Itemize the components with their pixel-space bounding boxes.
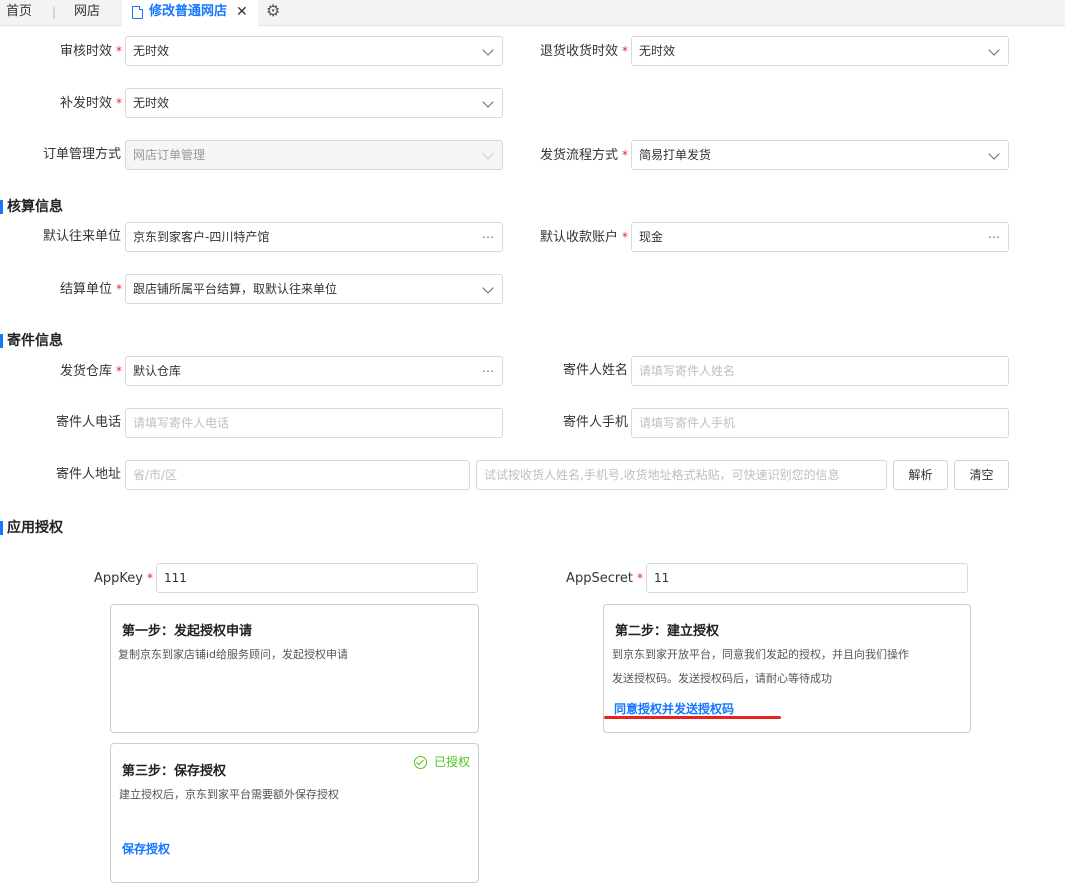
parse-button[interactable]: 解析 <box>893 460 948 490</box>
sender-phone-label: 寄件人电话 <box>55 415 121 430</box>
agree-send-auth-code-link[interactable]: 同意授权并发送授权码 <box>614 700 734 717</box>
save-auth-link[interactable]: 保存授权 <box>122 840 170 857</box>
close-icon[interactable]: ✕ <box>236 0 248 24</box>
document-icon <box>132 6 143 19</box>
gear-icon[interactable]: ⚙ <box>266 1 280 21</box>
step2-desc-line1: 到京东到家开放平台，同意我们发起的授权，并且向我们操作 <box>612 648 909 661</box>
sender-mobile-label: 寄件人手机 <box>562 415 628 430</box>
default-partner-label: 默认往来单位 <box>42 229 121 244</box>
audit-timeliness-label: 审核时效 * <box>59 44 122 59</box>
section-accounting: 核算信息 <box>0 197 63 217</box>
step1-desc: 复制京东到家店铺id给服务顾问，发起授权申请 <box>118 648 349 661</box>
chevron-down-icon <box>988 148 1000 160</box>
more-icon[interactable]: ⋯ <box>988 223 1000 251</box>
warehouse-input[interactable]: 默认仓库 ⋯ <box>125 356 503 386</box>
settlement-unit-label: 结算单位 * <box>59 282 122 297</box>
appkey-input[interactable]: 111 <box>156 563 478 593</box>
address-region-input[interactable]: 省/市/区 <box>125 460 470 490</box>
more-icon[interactable]: ⋯ <box>482 223 494 251</box>
reissue-timeliness-label: 补发时效 * <box>59 96 122 111</box>
clear-button[interactable]: 清空 <box>954 460 1009 490</box>
tab-edit-store[interactable]: 修改普通网店 ✕ <box>122 0 258 26</box>
ship-flow-mode-label: 发货流程方式 * <box>539 148 628 163</box>
auth-step3-card: 第三步：保存授权 建立授权后，京东到家平台需要额外保存授权 已授权 保存授权 <box>110 743 479 883</box>
red-underline-annotation <box>604 716 781 719</box>
appkey-label: AppKey * <box>94 571 153 586</box>
sender-name-input[interactable]: 请填写寄件人姓名 <box>631 356 1009 386</box>
appsecret-input[interactable]: 11 <box>646 563 968 593</box>
default-account-input[interactable]: 现金 ⋯ <box>631 222 1009 252</box>
chevron-down-icon <box>482 44 494 56</box>
smart-address-input[interactable]: 试试按收货人姓名,手机号,收货地址格式粘贴，可快速识别您的信息 <box>476 460 887 490</box>
chevron-down-icon <box>988 44 1000 56</box>
section-sender: 寄件信息 <box>0 331 63 351</box>
chevron-down-icon <box>482 282 494 294</box>
step2-desc-line2: 发送授权码。发送授权码后，请耐心等待成功 <box>612 672 832 685</box>
more-icon[interactable]: ⋯ <box>482 357 494 385</box>
appsecret-label: AppSecret * <box>566 571 643 586</box>
return-timeliness-label: 退货收货时效 * <box>539 44 628 59</box>
auth-step2-card: 第二步：建立授权 到京东到家开放平台，同意我们发起的授权，并且向我们操作 发送授… <box>603 604 971 733</box>
step3-desc: 建立授权后，京东到家平台需要额外保存授权 <box>119 788 339 801</box>
return-timeliness-select[interactable]: 无时效 <box>631 36 1009 66</box>
settlement-unit-select[interactable]: 跟店铺所属平台结算，取默认往来单位 <box>125 274 503 304</box>
sender-phone-input[interactable]: 请填写寄件人电话 <box>125 408 503 438</box>
ship-flow-mode-select[interactable]: 简易打单发货 <box>631 140 1009 170</box>
chevron-down-icon <box>482 96 494 108</box>
warehouse-label: 发货仓库 * <box>59 364 122 379</box>
step1-title: 第一步：发起授权申请 <box>122 624 253 639</box>
tab-online-store[interactable]: 网店 <box>74 0 100 25</box>
check-circle-icon <box>414 756 427 769</box>
section-auth: 应用授权 <box>0 518 63 538</box>
tab-edit-store-label: 修改普通网店 <box>149 4 228 19</box>
chevron-down-icon <box>482 148 494 160</box>
order-mgmt-mode-select: 网店订单管理 <box>125 140 503 170</box>
step2-title: 第二步：建立授权 <box>615 624 720 639</box>
order-mgmt-mode-label: 订单管理方式 <box>42 147 121 162</box>
audit-timeliness-select[interactable]: 无时效 <box>125 36 503 66</box>
step3-title: 第三步：保存授权 <box>122 764 227 779</box>
default-partner-input[interactable]: 京东到家客户-四川特产馆 ⋯ <box>125 222 503 252</box>
reissue-timeliness-select[interactable]: 无时效 <box>125 88 503 118</box>
sender-mobile-input[interactable]: 请填写寄件人手机 <box>631 408 1009 438</box>
authorized-status: 已授权 <box>414 755 470 771</box>
auth-step1-card: 第一步：发起授权申请 复制京东到家店铺id给服务顾问，发起授权申请 <box>110 604 479 733</box>
sender-address-label: 寄件人地址 <box>55 467 121 482</box>
default-account-label: 默认收款账户 * <box>539 230 628 245</box>
tab-separator: | <box>52 5 57 19</box>
tab-home[interactable]: 首页 <box>6 0 32 25</box>
tab-bar: 首页 | 网店 修改普通网店 ✕ ⚙ <box>0 0 1065 26</box>
sender-name-label: 寄件人姓名 <box>562 363 628 378</box>
